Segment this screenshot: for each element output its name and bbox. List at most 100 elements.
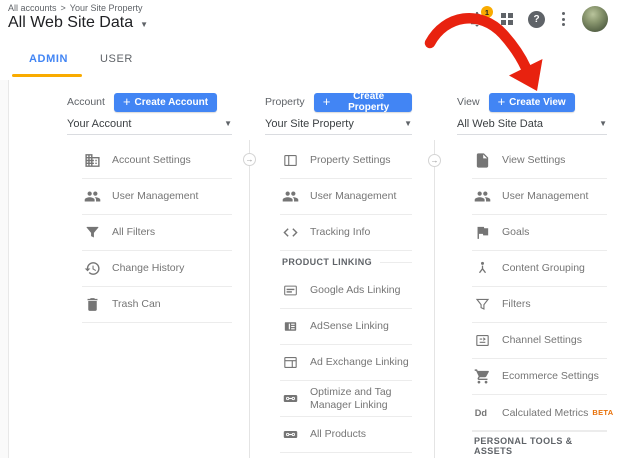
menu-item-content-grouping[interactable]: Content Grouping [472,251,607,287]
menu-item-all-products[interactable]: All Products [280,417,412,453]
breadcrumb-separator: > [61,3,66,13]
menu-item-ecommerce-settings[interactable]: Ecommerce Settings [472,359,607,395]
menu-item-view-settings[interactable]: View Settings [472,143,607,179]
create-account-button[interactable]: + Create Account [114,93,217,112]
menu-item-channel-settings[interactable]: Channel Settings [472,323,607,359]
menu-item-label: Calculated MetricsBETA [502,406,613,420]
property-settings-icon [282,152,299,169]
help-icon[interactable]: ? [528,11,545,28]
svg-text:Dd: Dd [475,408,487,418]
menu-item-trash-can[interactable]: Trash Can [82,287,232,323]
plus-icon: + [498,95,506,108]
collapse-column-button-1[interactable]: → [243,153,256,166]
building-icon [84,152,101,169]
menu-item-tracking-info[interactable]: Tracking Info [280,215,412,251]
menu-item-label: User Management [310,190,396,203]
menu-item-user-management[interactable]: User Management [82,179,232,215]
menu-item-label: All Filters [112,226,155,239]
tab-user[interactable]: USER [100,53,133,65]
title-dropdown-caret-icon[interactable]: ▼ [140,20,148,29]
left-rail [0,80,9,458]
menu-list: View Settings User Management Goals Content… [457,143,607,458]
menu-item-label: Optimize and Tag Manager Linking [310,386,412,412]
plus-icon: + [123,95,131,108]
menu-item-label: Account Settings [112,154,191,167]
menu-item-label: Ad Exchange Linking [310,356,409,369]
breadcrumb-property[interactable]: Your Site Property [70,3,143,13]
more-options-icon[interactable] [560,10,567,28]
menu-item-google-ads-linking[interactable]: Google Ads Linking [280,273,412,309]
section-header-product-linking: PRODUCT LINKING [280,251,412,273]
history-icon [84,260,101,277]
user-avatar[interactable] [582,6,608,32]
ads-card-icon [282,282,299,299]
menu-item-label: Property Settings [310,154,391,167]
column-header: Property +Create Property [265,92,412,112]
cart-icon [474,368,491,385]
account-label: Account [67,96,105,108]
column-account: Account + Create Account Your Account ▼ Accou… [67,92,232,323]
menu-item-label: Change History [112,262,184,275]
column-divider-property-view [434,140,435,458]
people-icon [282,188,299,205]
collapse-column-button-2[interactable]: → [428,154,441,167]
column-property: Property+Create PropertyYour Site Proper… [265,92,412,453]
breadcrumb-all-accounts[interactable]: All accounts [8,3,57,13]
column-divider-account-property [249,140,250,458]
menu-item-goals[interactable]: Goals [472,215,607,251]
ga-admin-page: All accounts > Your Site Property All We… [0,0,620,458]
trash-icon [84,296,101,313]
menu-item-all-filters[interactable]: All Filters [82,215,232,251]
menu-item-label: Goals [502,226,529,239]
menu-item-adsense-linking[interactable]: AdSense Linking [280,309,412,345]
view-selector-dropdown[interactable]: All Web Site Data▼ [457,113,607,135]
selected-value: Your Account [67,118,131,130]
menu-list: Account Settings User Management All Filte… [67,143,232,323]
column-view: View +Create ViewAll Web Site Data▼ View S… [457,92,607,458]
people-icon [84,188,101,205]
notifications-bell-icon[interactable]: 1 [468,10,486,28]
menu-item-label: Trash Can [112,298,161,311]
menu-item-label: Channel Settings [502,334,582,347]
menu-item-label: Ecommerce Settings [502,370,599,383]
menu-item-label: AdSense Linking [310,320,389,333]
menu-item-user-management[interactable]: User Management [280,179,412,215]
create-view-button[interactable]: +Create View [489,93,575,112]
content-grouping-icon [474,260,491,277]
apps-grid-icon[interactable] [501,13,513,25]
menu-item-optimize-and-tag-manager-linking[interactable]: Optimize and Tag Manager Linking [280,381,412,417]
chevron-down-icon: ▼ [599,119,607,128]
menu-item-ad-exchange-linking[interactable]: Ad Exchange Linking [280,345,412,381]
adsense-icon [282,318,299,335]
selected-value: Your Site Property [265,118,354,130]
dd-icon: Dd [474,404,491,421]
channel-settings-icon [474,332,491,349]
menu-item-label: Google Ads Linking [310,284,400,297]
menu-item-label: User Management [112,190,198,203]
view-label: View [457,96,480,108]
menu-item-change-history[interactable]: Change History [82,251,232,287]
people-icon [474,188,491,205]
tab-admin[interactable]: ADMIN [29,53,68,65]
chevron-down-icon: ▼ [224,119,232,128]
menu-item-user-management[interactable]: User Management [472,179,607,215]
menu-item-label: Tracking Info [310,226,370,239]
page-title: All Web Site Data [8,14,133,32]
ad-exchange-icon [282,354,299,371]
admin-user-tabs: ADMIN USER [0,38,620,80]
menu-item-property-settings[interactable]: Property Settings [280,143,412,179]
account-selector-dropdown[interactable]: Your Account ▼ [67,113,232,135]
active-tab-underline [12,74,82,77]
menu-item-filters[interactable]: Filters [472,287,607,323]
title-row: All Web Site Data ▼ [8,14,148,32]
property-selector-dropdown[interactable]: Your Site Property ▼ [265,113,412,135]
menu-item-calculated-metrics[interactable]: DdCalculated MetricsBETA [472,395,607,431]
create-property-button[interactable]: +Create Property [314,93,412,112]
menu-item-label: User Management [502,190,588,203]
menu-item-account-settings[interactable]: Account Settings [82,143,232,179]
create-button-label: Create Account [135,97,209,108]
app-header: All accounts > Your Site Property All We… [0,0,620,39]
chevron-down-icon: ▼ [404,119,412,128]
section-divider-line [380,262,412,263]
property-label: Property [265,96,305,108]
